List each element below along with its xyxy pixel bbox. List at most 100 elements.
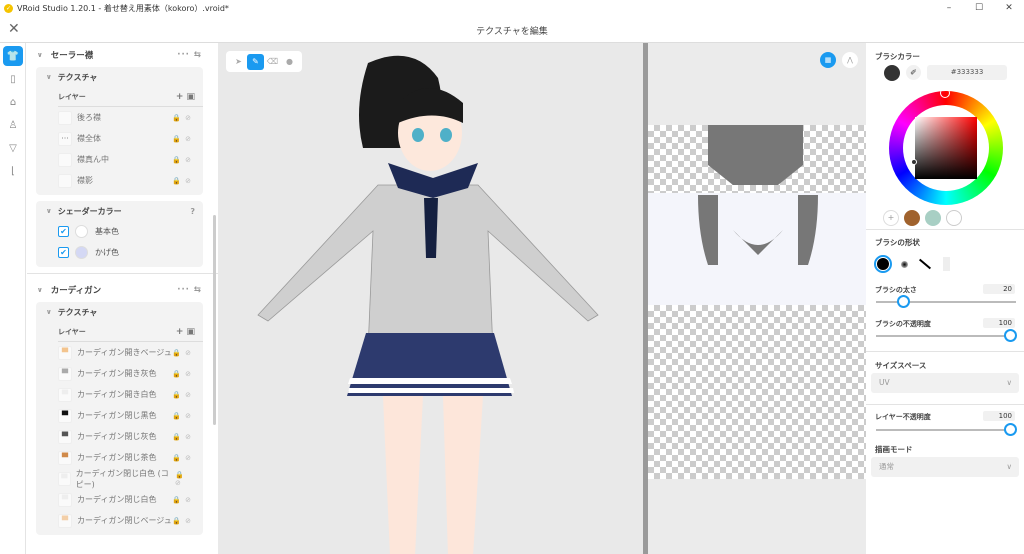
layer-item[interactable]: ▀ カーディガン閉じ白色 (コピー) 🔒⊘ [58,468,203,489]
lock-visibility-icons[interactable]: 🔒⊘ [172,114,195,122]
3d-viewport[interactable]: ➤ ✎ ⌫ ● [218,43,643,554]
layer-opacity-slider[interactable] [876,423,1017,436]
add-layer-icon[interactable]: + ▣ [176,92,195,102]
brush-shape-label: ブラシの形状 [875,238,920,247]
layer-item[interactable]: 襟真ん中 🔒⊘ [58,149,203,170]
lock-visibility-icons[interactable]: 🔒⊘ [172,370,195,378]
layer-item[interactable]: ▀ カーディガン閉じベージュ 🔒⊘ [58,510,203,531]
checkbox[interactable]: ✔ [58,226,69,237]
lock-visibility-icons[interactable]: 🔒⊘ [172,156,195,164]
brush-shape-hard[interactable] [874,255,892,273]
current-color-swatch[interactable] [884,65,900,81]
section-sailor-collar[interactable]: ∨ セーラー襟 ··· ⇆ [27,43,218,67]
hue-handle[interactable] [940,88,950,98]
layer-thumbnail: ▀ [58,429,72,444]
layer-item[interactable]: ▀ カーディガン開き白色 🔒⊘ [58,384,203,405]
layer-thumbnail [58,152,72,167]
brush-size-value[interactable]: 20 [983,284,1015,294]
layer-opacity-value[interactable]: 100 [983,411,1015,421]
help-icon[interactable]: ? [190,207,195,216]
layer-item[interactable]: 後ろ襟 🔒⊘ [58,107,203,128]
texture-card: ∨ テクスチャ レイヤー + ▣ ▀ カーディガン開きベージュ 🔒⊘ ▀ カーディガン開き灰… [36,302,203,535]
draw-mode-select[interactable]: 通常 ∨ [871,457,1019,477]
scrollbar[interactable] [213,215,216,425]
slider-knob[interactable] [1004,423,1017,436]
color-swatch[interactable] [946,210,962,226]
minimize-button[interactable]: – [934,0,964,16]
lock-visibility-icons[interactable]: 🔒⊘ [172,454,195,462]
lock-visibility-icons[interactable]: 🔒⊘ [172,433,195,441]
add-swatch-button[interactable]: + [883,210,899,226]
section-title: カーディガン [50,286,102,296]
texture-canvas[interactable] [648,125,866,479]
color-swatch[interactable] [75,246,88,259]
color-swatch[interactable] [925,210,941,226]
tops-icon[interactable]: 👕 [3,46,23,66]
layer-header: レイヤー [58,92,86,101]
brush-opacity-slider[interactable] [876,329,1017,342]
size-space-select[interactable]: UV ∨ [871,373,1019,393]
lock-visibility-icons[interactable]: 🔒⊘ [172,135,195,143]
lock-visibility-icons[interactable]: 🔒⊘ [175,471,195,487]
slider-knob[interactable] [1004,329,1017,342]
layer-opacity-label: レイヤー不透明度 [875,413,931,421]
layer-item[interactable]: 襟影 🔒⊘ [58,170,203,191]
shoes-icon[interactable]: ⌊ [3,161,23,181]
texture-card: ∨ テクスチャ レイヤー + ▣ 後ろ襟 🔒⊘ ··· 襟全体 🔒⊘ 襟真ん中 🔒⊘ 襟影 🔒… [36,67,203,195]
saturation-value-square[interactable] [915,117,977,179]
brush-opacity-value[interactable]: 100 [983,318,1015,328]
bottoms-icon[interactable]: ▯ [3,69,23,89]
uv-texture-view[interactable]: ▦ ⋀ [648,43,866,554]
brush-shape-texture[interactable] [943,257,950,271]
underwear-icon[interactable]: ▽ [3,138,23,158]
layer-item[interactable]: ▀ カーディガン閉じ灰色 🔒⊘ [58,426,203,447]
brush-size-slider[interactable] [876,295,1016,308]
lock-visibility-icons[interactable]: 🔒⊘ [172,496,195,504]
layer-item[interactable]: ▀ カーディガン閉じ茶色 🔒⊘ [58,447,203,468]
mirror-icon[interactable]: ⋀ [842,52,858,68]
lock-visibility-icons[interactable]: 🔒⊘ [172,391,195,399]
accessory-icon[interactable]: ⌂ [3,92,23,112]
grid-view-icon[interactable]: ▦ [820,52,836,68]
checkbox[interactable]: ✔ [58,247,69,258]
window-close-button[interactable]: ✕ [994,0,1024,16]
onepiece-icon[interactable]: ♙ [3,115,23,135]
eyedropper-icon[interactable]: ✐ [906,65,921,80]
shader-item[interactable]: ✔ かげ色 [58,242,203,263]
color-swatch[interactable] [75,225,88,238]
layer-item[interactable]: ▀ カーディガン閉じ白色 🔒⊘ [58,489,203,510]
section-more-icon[interactable]: ··· ⇆ [177,285,202,295]
shader-item[interactable]: ✔ 基本色 [58,221,203,242]
category-rail: 👕 ▯ ⌂ ♙ ▽ ⌊ [0,43,26,554]
draw-mode-label: 描画モード [875,445,913,454]
chevron-down-icon: ∨ [1006,462,1013,471]
layer-item[interactable]: ▀ カーディガン閉じ黒色 🔒⊘ [58,405,203,426]
lock-visibility-icons[interactable]: 🔒⊘ [172,177,195,185]
section-cardigan[interactable]: ∨ カーディガン ··· ⇆ [27,278,218,302]
slider-knob[interactable] [896,295,910,308]
lock-visibility-icons[interactable]: 🔒⊘ [172,517,195,525]
lock-visibility-icons[interactable]: 🔒⊘ [172,412,195,420]
layer-item[interactable]: ··· 襟全体 🔒⊘ [58,128,203,149]
draw-mode-value: 通常 [879,462,894,471]
brush-shape-soft[interactable] [901,261,908,268]
brush-settings-panel: ブラシカラー ✐ #333333 + ブラシの形状 ブラシの太さ 20 ブラシの… [866,43,1024,554]
layer-label: 襟真ん中 [77,155,109,164]
layer-item[interactable]: ▀ カーディガン開き灰色 🔒⊘ [58,363,203,384]
color-handle[interactable] [911,159,917,165]
shader-color-card: ∨ シェーダーカラー? ✔ 基本色 ✔ かげ色 [36,201,203,267]
layer-item[interactable]: ▀ カーディガン開きベージュ 🔒⊘ [58,342,203,363]
lock-visibility-icons[interactable]: 🔒⊘ [172,349,195,357]
brush-shape-line[interactable] [918,258,932,270]
brush-opacity-label: ブラシの不透明度 [875,320,931,328]
section-more-icon[interactable]: ··· ⇆ [177,50,202,60]
color-wheel[interactable] [889,88,1003,205]
hex-input[interactable]: #333333 [927,65,1007,80]
maximize-button[interactable]: ☐ [964,0,994,16]
layer-label: カーディガン閉じ灰色 [77,432,157,441]
brush-color-label: ブラシカラー [875,52,920,61]
color-swatch[interactable] [904,210,920,226]
swatch-row: + [883,210,962,226]
size-space-value: UV [879,378,890,387]
add-layer-icon[interactable]: + ▣ [176,327,195,337]
